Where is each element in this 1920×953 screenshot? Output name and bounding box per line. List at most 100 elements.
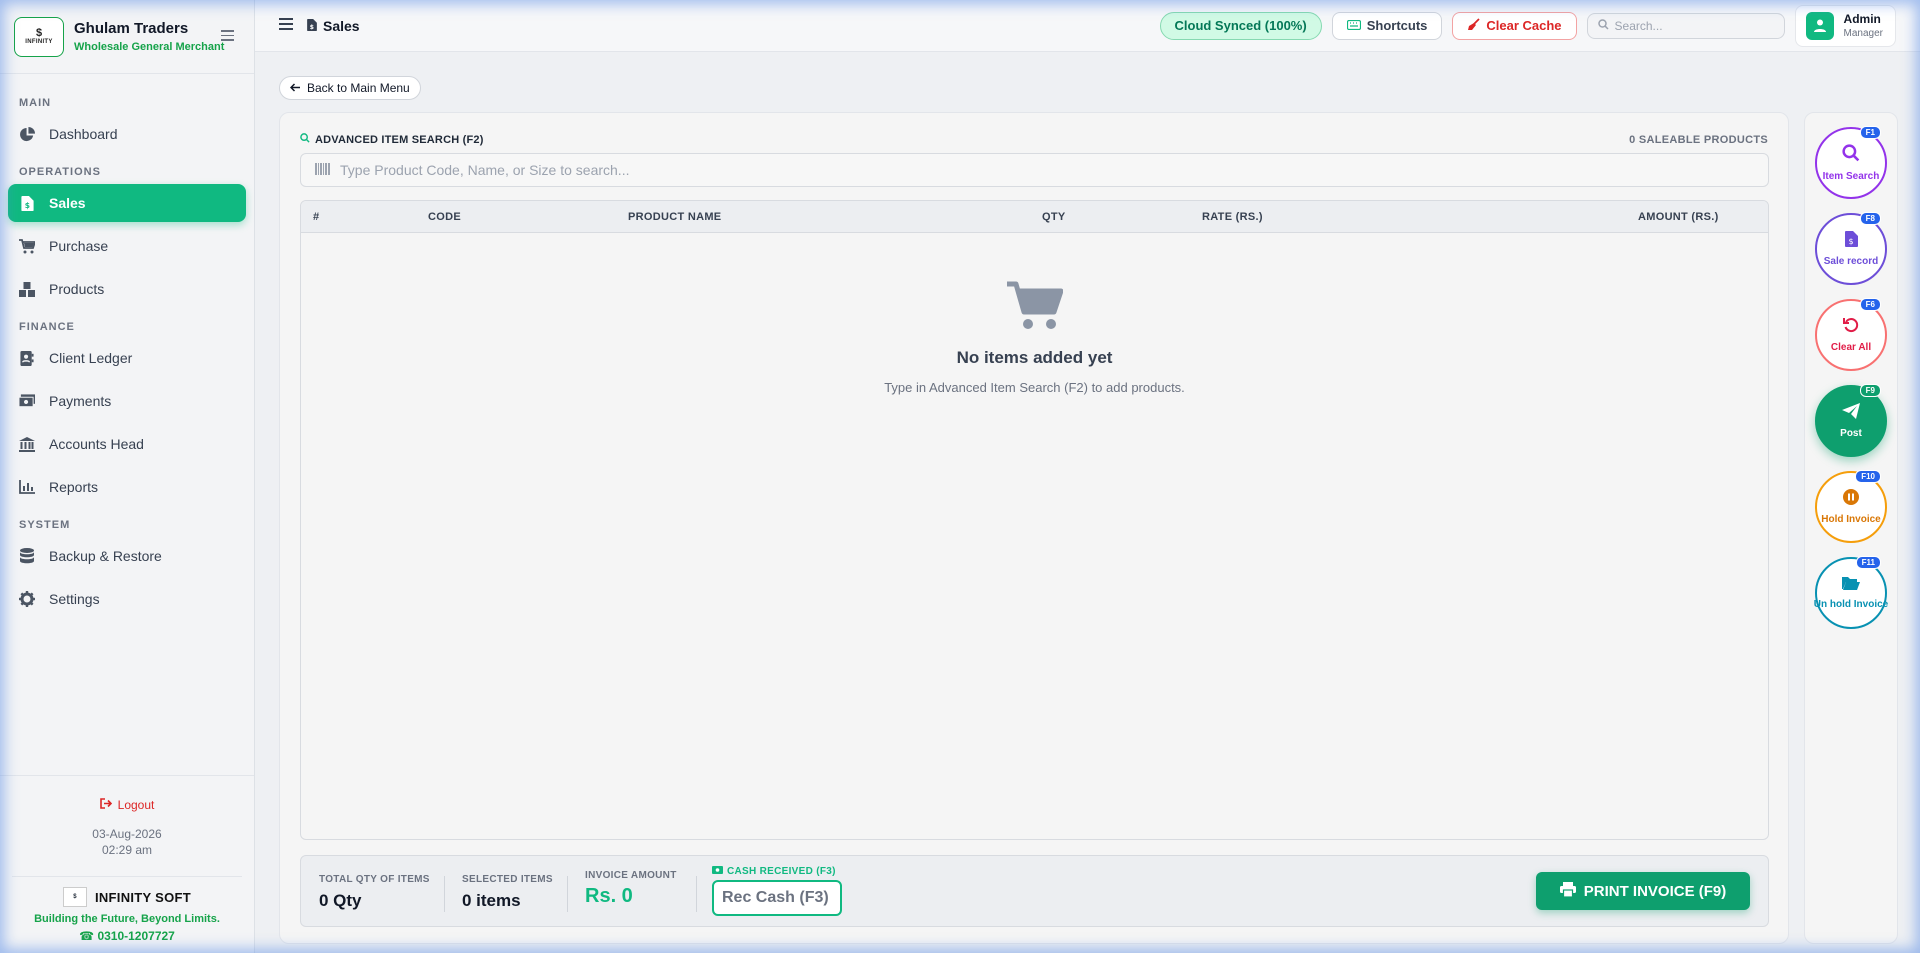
sidebar-item-payments[interactable]: Payments	[8, 382, 246, 420]
invoice-icon: $	[307, 18, 317, 34]
sidebar-item-backup-restore[interactable]: Backup & Restore	[8, 537, 246, 575]
back-label: Back to Main Menu	[307, 81, 410, 95]
company-logo: $	[62, 887, 87, 907]
clear-cache-button[interactable]: Clear Cache	[1452, 11, 1577, 40]
pause-icon	[1843, 489, 1859, 510]
sidebar-item-settings[interactable]: Settings	[8, 580, 246, 618]
boxes-icon	[19, 281, 35, 297]
cash-received-label-text: CASH RECEIVED (F3)	[727, 866, 836, 877]
phone-icon: ☎	[79, 929, 95, 943]
current-datetime: 03-Aug-2026 02:29 am	[12, 826, 242, 858]
svg-text:$: $	[1848, 237, 1853, 246]
money-icon	[712, 866, 723, 877]
print-invoice-button[interactable]: PRINT INVOICE (F9)	[1536, 872, 1750, 910]
logout-link[interactable]: Logout	[99, 798, 154, 812]
clear-cache-label: Clear Cache	[1486, 18, 1562, 33]
sidebar-item-label: Backup & Restore	[49, 548, 162, 564]
shortcut-key-badge: F8	[1859, 212, 1881, 225]
sidebar-item-label: Purchase	[49, 238, 109, 254]
item-search-input[interactable]: Type Product Code, Name, or Size to sear…	[300, 153, 1769, 187]
logo-symbol: $	[35, 27, 43, 39]
svg-text:$: $	[310, 23, 314, 30]
avatar	[1805, 11, 1834, 40]
empty-state: No items added yet Type in Advanced Item…	[301, 281, 1768, 395]
print-invoice-label: PRINT INVOICE (F9)	[1583, 882, 1727, 900]
sidebar-item-products[interactable]: Products	[8, 270, 246, 308]
page-title: $ Sales	[307, 18, 360, 34]
sidebar-item-purchase[interactable]: Purchase	[8, 227, 246, 265]
action-label: Un hold Invoice	[1813, 599, 1889, 610]
bar-chart-icon	[19, 479, 35, 495]
database-icon	[19, 548, 35, 564]
contact-book-icon	[19, 350, 35, 366]
hold-invoice-button[interactable]: F10 Hold Invoice	[1815, 470, 1887, 543]
invoice-icon: $	[1844, 231, 1858, 252]
cash-received-label: CASH RECEIVED (F3)	[712, 866, 836, 877]
printer-icon	[1559, 881, 1576, 901]
shortcut-key-badge: F10	[1855, 470, 1881, 483]
cart-icon	[19, 238, 35, 254]
divider	[444, 876, 445, 912]
total-qty-label: TOTAL QTY OF ITEMS	[319, 874, 430, 885]
sidebar-item-dashboard[interactable]: Dashboard	[8, 115, 246, 153]
shortcut-key-badge: F11	[1855, 556, 1881, 569]
invoice-items-table: # CODE PRODUCT NAME QTY RATE (RS.) AMOUN…	[300, 200, 1769, 840]
clear-all-button[interactable]: F6 Clear All	[1815, 298, 1887, 371]
nav-section-main: MAIN	[19, 97, 52, 109]
post-button[interactable]: F9 Post	[1815, 384, 1887, 457]
sale-record-button[interactable]: F8 $ Sale record	[1815, 212, 1887, 285]
selected-items-summary: SELECTED ITEMS 0 items	[462, 874, 553, 911]
cash-received-input[interactable]	[712, 880, 842, 916]
sidebar-item-sales[interactable]: $ Sales	[8, 184, 246, 222]
empty-state-title: No items added yet	[956, 348, 1113, 367]
sidebar-item-client-ledger[interactable]: Client Ledger	[8, 339, 246, 377]
sidebar-item-reports[interactable]: Reports	[8, 468, 246, 506]
topbar: $ Sales Cloud Synced (100%) Shortcuts Cl…	[255, 0, 1920, 52]
shortcuts-button[interactable]: Shortcuts	[1331, 11, 1443, 40]
topbar-actions: Cloud Synced (100%) Shortcuts Clear Cach…	[1159, 4, 1896, 47]
item-search-button[interactable]: F1 Item Search	[1815, 126, 1887, 199]
brand-header: $ INFINITY Ghulam Traders Wholesale Gene…	[0, 0, 254, 74]
brand-logo: $ INFINITY	[14, 16, 64, 57]
divider	[567, 876, 568, 912]
sync-status-badge[interactable]: Cloud Synced (100%)	[1159, 11, 1322, 40]
sidebar-item-label: Dashboard	[49, 126, 118, 142]
divider	[696, 876, 697, 912]
column-header-rate: RATE (RS.)	[1202, 211, 1263, 223]
user-menu[interactable]: Admin Manager	[1794, 4, 1896, 47]
company-phone: ☎ 0310-1207727	[12, 929, 242, 943]
column-header-index: #	[313, 211, 320, 223]
keyboard-icon	[1346, 18, 1361, 33]
company-name: INFINITY SOFT	[94, 889, 192, 905]
sidebar-nav: MAIN Dashboard OPERATIONS $ Sales Purcha…	[0, 74, 254, 775]
unhold-invoice-button[interactable]: F11 Un hold Invoice	[1813, 556, 1889, 629]
search-icon	[1842, 144, 1860, 167]
company-phone-number: 0310-1207727	[97, 929, 175, 943]
invoice-summary-bar: TOTAL QTY OF ITEMS 0 Qty SELECTED ITEMS …	[300, 855, 1769, 927]
menu-toggle-icon[interactable]	[279, 18, 293, 33]
total-qty-summary: TOTAL QTY OF ITEMS 0 Qty	[319, 874, 430, 911]
current-time: 02:29 am	[101, 843, 153, 857]
advanced-search-title: ADVANCED ITEM SEARCH (F2)	[300, 133, 484, 146]
invoice-amount-value: Rs. 0	[585, 885, 633, 907]
undo-icon	[1843, 317, 1859, 338]
svg-text:$: $	[24, 201, 29, 210]
column-header-code: CODE	[428, 211, 461, 223]
action-label: Post	[1840, 428, 1862, 439]
sidebar-item-accounts-head[interactable]: Accounts Head	[8, 425, 246, 463]
column-header-product-name: PRODUCT NAME	[628, 211, 722, 223]
sidebar-collapse-icon[interactable]	[221, 30, 234, 44]
invoice-icon: $	[19, 195, 35, 211]
send-icon	[1842, 403, 1860, 424]
total-qty-value: 0 Qty	[319, 891, 362, 910]
page-title-text: Sales	[323, 17, 360, 34]
brand-subtitle: Wholesale General Merchant	[74, 41, 225, 53]
back-to-main-menu-button[interactable]: Back to Main Menu	[279, 76, 421, 100]
nav-section-operations: OPERATIONS	[19, 166, 101, 178]
global-search[interactable]: Search...	[1586, 12, 1785, 39]
advanced-search-title-text: ADVANCED ITEM SEARCH (F2)	[315, 133, 484, 146]
sidebar-item-label: Settings	[49, 591, 100, 607]
shortcut-key-badge: F6	[1859, 298, 1881, 311]
action-label: Hold Invoice	[1821, 514, 1881, 525]
sidebar-footer: Logout 03-Aug-2026 02:29 am $ INFINITY S…	[0, 775, 254, 953]
